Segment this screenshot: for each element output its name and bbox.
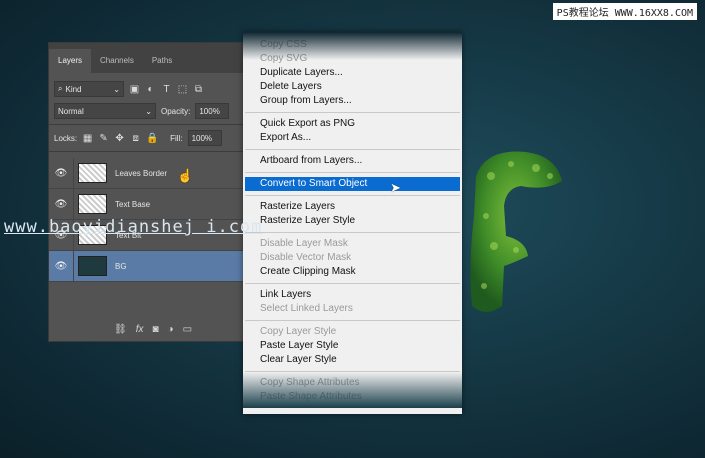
menu-separator xyxy=(245,371,460,372)
eye-icon: 👁 xyxy=(54,167,68,179)
layer-thumbnail xyxy=(78,194,107,214)
menu-item-copy-css: Copy CSS xyxy=(260,39,307,50)
menu-separator xyxy=(245,112,460,113)
menu-item-paste-shape-attributes: Paste Shape Attributes xyxy=(260,391,362,402)
kind-filter-select[interactable]: ⌕ Kind ⌄ xyxy=(54,81,124,97)
lock-position-icon[interactable]: ✥ xyxy=(114,133,125,144)
layer-row-text-base[interactable]: 👁 Text Base xyxy=(49,189,254,220)
link-icon[interactable]: ⛓ xyxy=(114,324,127,335)
layer-row-bg[interactable]: 👁 BG xyxy=(49,251,254,282)
layer-name: BG xyxy=(115,261,127,271)
menu-item-copy-svg: Copy SVG xyxy=(260,53,308,64)
menu-item-group-from-layers[interactable]: Group from Layers... xyxy=(243,94,462,108)
menu-item-copy-layer-style: Copy Layer Style xyxy=(260,326,337,337)
tab-channels[interactable]: Channels xyxy=(91,49,143,73)
fill-field[interactable]: 100% xyxy=(187,130,222,146)
mask-icon[interactable]: ◙ xyxy=(152,324,158,335)
fill-label: Fill: xyxy=(170,133,183,143)
divider xyxy=(49,151,254,152)
watermark-top: PS教程论坛 WWW.16XX8.COM xyxy=(552,3,697,20)
opacity-value: 100% xyxy=(199,106,220,116)
filter-row: ⌕ Kind ⌄ ▣ ◐ T ⬚ ⧉ xyxy=(49,78,254,100)
blend-mode-label: Normal xyxy=(58,106,84,116)
type-filter-icon[interactable]: T xyxy=(161,84,172,95)
eye-icon: 👁 xyxy=(54,260,68,272)
menu-item-export-as[interactable]: Export As... xyxy=(243,131,462,145)
shape-filter-icon[interactable]: ⬚ xyxy=(177,84,188,95)
menu-separator xyxy=(245,283,460,284)
visibility-toggle[interactable]: 👁 xyxy=(49,189,74,219)
layer-thumbnail xyxy=(78,256,107,276)
panel-bottom-toolbar: ⛓ fx ◙ ◑ ▭ xyxy=(114,324,192,335)
panel-tabs: Layers Channels Paths xyxy=(49,43,254,73)
search-icon: ⌕ xyxy=(58,84,63,93)
tab-layers[interactable]: Layers xyxy=(49,49,92,73)
lock-all-icon[interactable]: 🔒 xyxy=(146,133,158,144)
chevron-down-icon: ⌄ xyxy=(113,84,120,94)
divider xyxy=(49,124,254,125)
visibility-toggle[interactable]: 👁 xyxy=(49,158,74,188)
menu-item-rasterize-layer-style[interactable]: Rasterize Layer Style xyxy=(243,214,462,228)
lock-transparency-icon[interactable]: ▦ xyxy=(82,133,93,144)
visibility-toggle[interactable]: 👁 xyxy=(49,220,74,250)
pointer-cursor-icon: ☝ xyxy=(177,168,194,183)
eye-icon: 👁 xyxy=(54,229,68,241)
layer-name: Text Base xyxy=(115,199,151,209)
menu-separator xyxy=(245,320,460,321)
menu-item-disable-layer-mask: Disable Layer Mask xyxy=(260,238,348,249)
context-menu: Copy CSS Copy SVG Duplicate Layers... Delet… xyxy=(243,32,462,414)
opacity-label: Opacity: xyxy=(161,106,191,116)
menu-item-convert-to-smart-object[interactable]: Convert to Smart Object xyxy=(245,177,460,191)
layer-list: 👁 Leaves Border 👁 Text Base 👁 Text Bit 👁… xyxy=(49,158,254,282)
menu-item-quick-export-as-png[interactable]: Quick Export as PNG xyxy=(243,117,462,131)
lock-artboard-icon[interactable]: ⧈ xyxy=(130,133,141,144)
menu-item-link-layers[interactable]: Link Layers xyxy=(243,288,462,302)
folder-icon[interactable]: ▭ xyxy=(183,324,192,335)
layer-row-text-bit[interactable]: 👁 Text Bit xyxy=(49,220,254,251)
menu-separator xyxy=(245,149,460,150)
eye-icon: 👁 xyxy=(54,198,68,210)
layer-thumbnail xyxy=(78,163,107,183)
leaves-artwork xyxy=(470,151,562,312)
blend-mode-select[interactable]: Normal ⌄ xyxy=(54,103,156,119)
menu-item-rasterize-layers[interactable]: Rasterize Layers xyxy=(243,200,462,214)
menu-separator xyxy=(245,172,460,173)
menu-item-duplicate-layers[interactable]: Duplicate Layers... xyxy=(243,66,462,80)
menu-item-clear-layer-style[interactable]: Clear Layer Style xyxy=(243,353,462,367)
adjustment-filter-icon[interactable]: ◐ xyxy=(145,84,156,95)
chevron-down-icon: ⌄ xyxy=(145,106,152,116)
menu-item-disable-vector-mask: Disable Vector Mask xyxy=(260,252,352,263)
smart-object-filter-icon[interactable]: ⧉ xyxy=(193,84,204,95)
lock-pixels-icon[interactable]: ✎ xyxy=(98,133,109,144)
layer-name: Text Bit xyxy=(115,230,142,240)
kind-filter-label: Kind xyxy=(65,84,82,94)
fill-value: 100% xyxy=(191,133,213,143)
fx-icon[interactable]: fx xyxy=(136,324,144,335)
locks-label: Locks: xyxy=(54,133,78,143)
visibility-toggle[interactable]: 👁 xyxy=(49,251,74,281)
opacity-field[interactable]: 100% xyxy=(195,103,230,119)
menu-separator xyxy=(245,232,460,233)
menu-separator xyxy=(245,195,460,196)
blend-row: Normal ⌄ Opacity: 100% xyxy=(49,100,254,122)
menu-item-artboard-from-layers[interactable]: Artboard from Layers... xyxy=(243,154,462,168)
menu-item-select-linked-layers: Select Linked Layers xyxy=(260,303,353,314)
arrow-cursor-icon: ➤ xyxy=(390,180,401,195)
pixel-filter-icon[interactable]: ▣ xyxy=(129,84,140,95)
layer-thumbnail xyxy=(78,225,107,245)
adjustment-icon[interactable]: ◑ xyxy=(168,324,174,335)
layers-panel: Layers Channels Paths ⌕ Kind ⌄ ▣ ◐ T ⬚ ⧉… xyxy=(48,42,255,342)
menu-item-create-clipping-mask[interactable]: Create Clipping Mask xyxy=(243,265,462,279)
layer-row-leaves-border[interactable]: 👁 Leaves Border xyxy=(49,158,254,189)
locks-row: Locks: ▦ ✎ ✥ ⧈ 🔒 Fill: 100% xyxy=(49,127,254,149)
menu-item-copy-shape-attributes: Copy Shape Attributes xyxy=(260,377,360,388)
menu-item-paste-layer-style[interactable]: Paste Layer Style xyxy=(243,339,462,353)
tab-paths[interactable]: Paths xyxy=(143,49,181,73)
menu-item-delete-layers[interactable]: Delete Layers xyxy=(243,80,462,94)
